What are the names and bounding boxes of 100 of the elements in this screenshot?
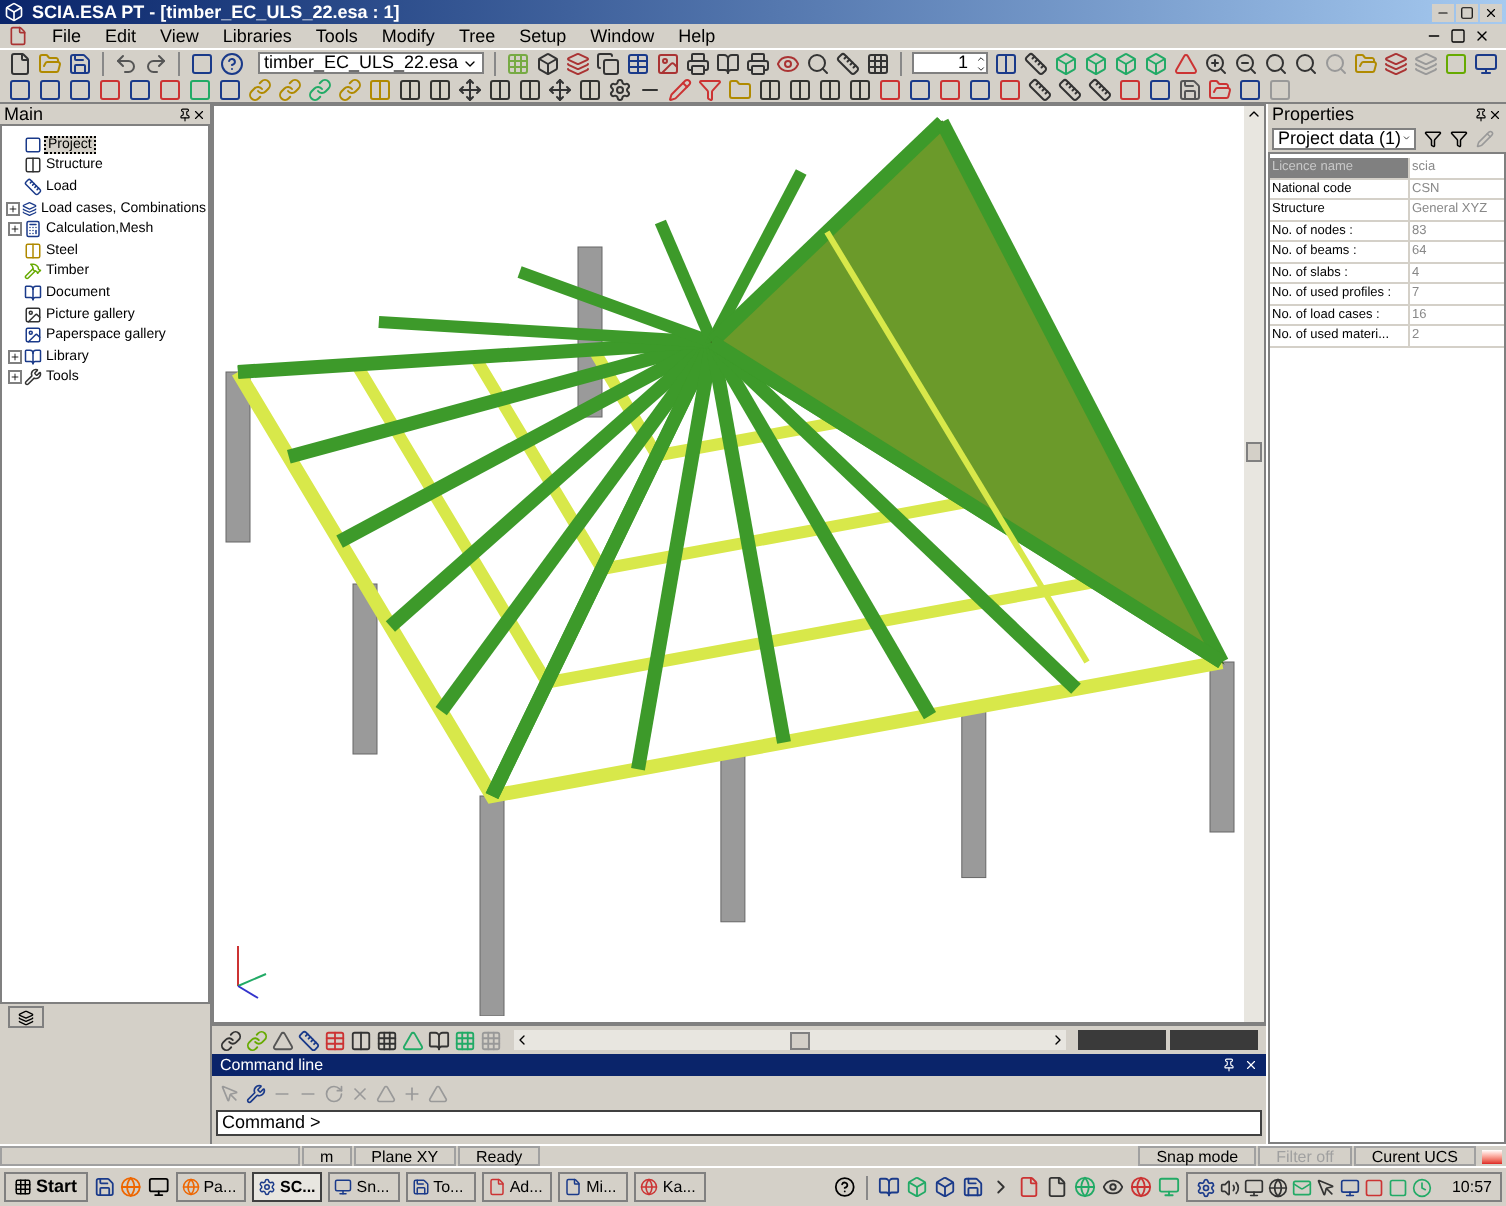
ruler-icon[interactable] bbox=[835, 51, 860, 75]
spin-field[interactable]: 1 bbox=[911, 52, 988, 74]
restore-icon[interactable] bbox=[1450, 28, 1466, 44]
command-input[interactable]: Command > bbox=[216, 1110, 1262, 1136]
wrench-icon[interactable] bbox=[246, 1083, 266, 1103]
menu-item[interactable]: File bbox=[52, 27, 82, 45]
menu-item[interactable]: Tools bbox=[315, 27, 358, 45]
help-icon[interactable] bbox=[834, 1176, 856, 1198]
scroll-thumb[interactable] bbox=[790, 1031, 810, 1049]
frame-icon[interactable] bbox=[98, 77, 122, 101]
help-icon[interactable] bbox=[220, 51, 244, 75]
ruler-icon[interactable] bbox=[1024, 51, 1048, 75]
search-icon[interactable] bbox=[805, 51, 830, 75]
taskbar-task[interactable]: To... bbox=[405, 1172, 476, 1202]
spin-up-icon[interactable] bbox=[976, 54, 986, 64]
zoom-in-icon[interactable] bbox=[1204, 51, 1228, 75]
scroll-right-icon[interactable] bbox=[1050, 1032, 1066, 1048]
columns-icon[interactable] bbox=[788, 77, 812, 101]
globe-icon[interactable] bbox=[1267, 1177, 1288, 1197]
frame-icon[interactable] bbox=[8, 77, 32, 101]
close-icon[interactable] bbox=[1474, 28, 1490, 44]
document-icon[interactable] bbox=[1045, 1176, 1068, 1198]
frame-icon[interactable] bbox=[38, 77, 62, 101]
scroll-left-icon[interactable] bbox=[514, 1032, 530, 1048]
spin-down-icon[interactable] bbox=[976, 64, 986, 74]
book-icon[interactable] bbox=[877, 1176, 900, 1198]
pin-icon[interactable] bbox=[1474, 107, 1488, 121]
columns-icon[interactable] bbox=[398, 77, 422, 101]
window-icon[interactable] bbox=[190, 51, 214, 75]
monitor-icon[interactable] bbox=[1339, 1177, 1360, 1197]
speaker-icon[interactable] bbox=[1219, 1177, 1240, 1197]
zoom-icon[interactable] bbox=[1264, 51, 1288, 75]
menu-item[interactable]: Libraries bbox=[222, 27, 292, 45]
pin-icon[interactable] bbox=[178, 107, 192, 121]
move-icon[interactable] bbox=[458, 77, 482, 101]
filter-icon[interactable] bbox=[1450, 129, 1468, 147]
copy-icon[interactable] bbox=[595, 51, 620, 75]
taskbar-task[interactable]: Pa... bbox=[175, 1172, 246, 1202]
menu-item[interactable]: Edit bbox=[105, 27, 137, 45]
vertical-scrollbar[interactable] bbox=[1244, 106, 1264, 1022]
redo-icon[interactable] bbox=[144, 51, 168, 75]
taskbar-task[interactable]: Mi... bbox=[558, 1172, 629, 1202]
ruler-icon[interactable] bbox=[298, 1029, 320, 1051]
scroll-up-icon[interactable] bbox=[1246, 106, 1262, 122]
star-icon[interactable] bbox=[608, 77, 632, 101]
columns-icon[interactable] bbox=[578, 77, 602, 101]
save-icon[interactable] bbox=[1178, 77, 1202, 101]
frame-icon[interactable] bbox=[938, 77, 962, 101]
layers-icon[interactable] bbox=[1384, 51, 1408, 75]
move-icon[interactable] bbox=[548, 77, 572, 101]
frame-icon[interactable] bbox=[218, 77, 242, 101]
frame-icon[interactable] bbox=[968, 77, 992, 101]
image-icon[interactable] bbox=[655, 51, 680, 75]
columns-icon[interactable] bbox=[350, 1029, 372, 1051]
new-file-icon[interactable] bbox=[8, 51, 32, 75]
start-button[interactable]: Start bbox=[4, 1172, 88, 1202]
save-icon[interactable] bbox=[68, 51, 92, 75]
link-icon[interactable] bbox=[220, 1029, 242, 1051]
expand-icon[interactable] bbox=[7, 370, 21, 385]
frame-icon[interactable] bbox=[68, 77, 92, 101]
book-icon[interactable] bbox=[428, 1029, 450, 1051]
app-icon[interactable] bbox=[1363, 1177, 1384, 1197]
expand-icon[interactable] bbox=[7, 222, 21, 237]
box-icon[interactable] bbox=[535, 51, 560, 75]
horizontal-scrollbar[interactable] bbox=[514, 1030, 1066, 1050]
monitor-icon[interactable] bbox=[147, 1176, 170, 1198]
taskbar-task[interactable]: Ka... bbox=[634, 1172, 706, 1202]
document-icon[interactable] bbox=[8, 26, 28, 46]
scroll-thumb[interactable] bbox=[1246, 442, 1262, 462]
ruler-icon[interactable] bbox=[1088, 77, 1112, 101]
columns-icon[interactable] bbox=[488, 77, 512, 101]
eye-icon[interactable] bbox=[1101, 1176, 1124, 1198]
columns-icon[interactable] bbox=[518, 77, 542, 101]
menu-item[interactable]: Window bbox=[590, 27, 655, 45]
columns-icon[interactable] bbox=[818, 77, 842, 101]
taskbar-task[interactable]: SC... bbox=[252, 1172, 323, 1202]
expand-icon[interactable] bbox=[6, 201, 20, 216]
undo-icon[interactable] bbox=[114, 51, 138, 75]
file-combo[interactable]: timber_EC_ULS_22.esa bbox=[258, 52, 484, 74]
menu-item[interactable]: Modify bbox=[381, 27, 435, 45]
taskbar-task[interactable]: Ad... bbox=[481, 1172, 553, 1202]
triangle-icon[interactable] bbox=[272, 1029, 294, 1051]
maximize-button[interactable] bbox=[1456, 3, 1478, 21]
menu-item[interactable]: Tree bbox=[458, 27, 496, 45]
mouse-icon[interactable] bbox=[1315, 1177, 1336, 1197]
printer-icon[interactable] bbox=[685, 51, 710, 75]
columns-icon[interactable] bbox=[428, 77, 452, 101]
filter-icon[interactable] bbox=[1424, 129, 1442, 147]
zoom-icon[interactable] bbox=[1294, 51, 1318, 75]
monitor-icon[interactable] bbox=[1243, 1177, 1264, 1197]
frame-icon[interactable] bbox=[128, 77, 152, 101]
ruler-icon[interactable] bbox=[1058, 77, 1082, 101]
columns-icon[interactable] bbox=[758, 77, 782, 101]
frame-icon[interactable] bbox=[1238, 77, 1262, 101]
table-icon[interactable] bbox=[625, 51, 650, 75]
layers-icon[interactable] bbox=[565, 51, 590, 75]
grid-icon[interactable] bbox=[376, 1029, 398, 1051]
expand-icon[interactable] bbox=[7, 349, 21, 364]
close-button[interactable] bbox=[1480, 3, 1502, 21]
minimize-button[interactable] bbox=[1432, 3, 1454, 21]
